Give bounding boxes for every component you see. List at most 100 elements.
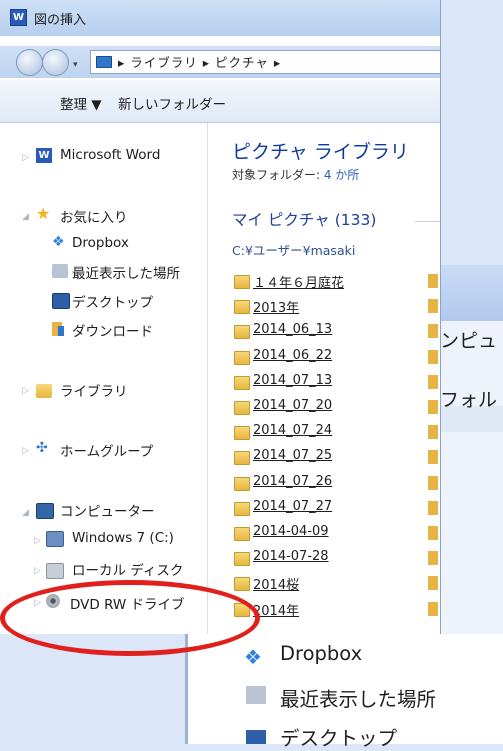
group-header-my-pictures[interactable]: マイ ピクチャ (133) xyxy=(232,208,376,230)
folder-item[interactable]: 2014_07_20 xyxy=(253,398,332,413)
second-column-item-icon xyxy=(428,450,438,464)
second-column-item-icon xyxy=(428,526,438,540)
dropbox-icon: ❖ xyxy=(244,645,262,669)
folder-icon xyxy=(234,325,250,339)
library-target-folders: 対象フォルダー: 4 か所 xyxy=(232,166,359,183)
second-column-item-icon xyxy=(428,350,438,364)
sidebar-item-local-disk[interactable]: ローカル ディスク xyxy=(72,559,183,579)
folder-item[interactable]: １４年６月庭花 xyxy=(253,272,344,291)
window-title: 図の挿入 xyxy=(34,13,87,28)
second-column-item-icon xyxy=(428,602,438,616)
sidebar-item-homegroup[interactable]: ホームグループ xyxy=(60,440,153,460)
zoom-item-dropbox[interactable]: Dropbox xyxy=(280,642,362,665)
breadcrumb-pictures[interactable]: ピクチャ xyxy=(215,55,269,70)
collapse-arrow-icon[interactable]: ◢ xyxy=(22,508,29,518)
recent-places-icon xyxy=(246,686,266,704)
folder-icon xyxy=(234,351,250,365)
target-folders-link[interactable]: 4 か所 xyxy=(324,168,359,182)
folder-icon xyxy=(234,300,250,314)
folder-item[interactable]: 2014_07_25 xyxy=(253,448,332,463)
sidebar-item-library[interactable]: ライブラリ xyxy=(60,380,128,400)
folder-icon xyxy=(234,527,250,541)
address-location-icon xyxy=(96,56,112,68)
drive-c-icon xyxy=(46,531,64,547)
folder-icon xyxy=(234,552,250,566)
second-column-item-icon xyxy=(428,425,438,439)
folder-icon xyxy=(234,376,250,390)
second-column-item-icon xyxy=(428,501,438,515)
second-column-item-icon xyxy=(428,551,438,565)
folder-item[interactable]: 2014_07_26 xyxy=(253,474,332,489)
group-path: C:¥ユーザー¥masaki xyxy=(232,243,356,258)
expand-arrow-icon[interactable]: ▷ xyxy=(34,566,41,576)
recent-places-icon xyxy=(52,264,68,278)
second-column-item-icon xyxy=(428,299,438,313)
second-column-item-icon xyxy=(428,324,438,338)
folder-icon xyxy=(234,426,250,440)
sidebar-item-downloads[interactable]: ダウンロード xyxy=(72,320,153,340)
second-column-item-icon xyxy=(428,576,438,590)
dropbox-icon: ❖ xyxy=(52,234,65,250)
expand-arrow-icon[interactable]: ▷ xyxy=(34,536,41,546)
folder-item[interactable]: 2014_07_24 xyxy=(253,423,332,438)
highlight-ellipse xyxy=(0,580,260,656)
word-app-icon: W xyxy=(10,9,27,26)
sidebar-item-computer[interactable]: コンピューター xyxy=(60,500,155,520)
local-disk-icon xyxy=(46,563,64,579)
second-column-item-icon xyxy=(428,375,438,389)
sidebar-item-recent-places[interactable]: 最近表示した場所 xyxy=(72,262,180,282)
library-icon xyxy=(36,384,52,398)
recent-pages-dropdown-icon[interactable]: ▾ xyxy=(73,60,78,70)
second-column-item-icon xyxy=(428,400,438,414)
breadcrumb: ▸ ライブラリ ▸ ピクチャ ▸ xyxy=(118,52,281,71)
breadcrumb-separator-icon: ▸ xyxy=(202,55,211,70)
group-header-divider xyxy=(415,221,440,222)
folder-item[interactable]: 2013年 xyxy=(253,297,299,316)
folder-icon xyxy=(234,477,250,491)
sidebar-item-desktop[interactable]: デスクトップ xyxy=(72,291,153,311)
insert-picture-dialog: W 図の挿入 ▾ ▸ ライブラリ ▸ ピクチャ ▸ 整理 ▼ 新しいフォルダー … xyxy=(0,0,441,634)
expand-arrow-icon[interactable]: ▷ xyxy=(22,446,29,456)
zoom-item-desktop[interactable]: デスクトップ xyxy=(280,722,397,751)
target-folders-label: 対象フォルダー: xyxy=(232,168,324,182)
expand-arrow-icon[interactable]: ▷ xyxy=(22,386,29,396)
collapse-arrow-icon[interactable]: ◢ xyxy=(22,212,29,222)
organize-button[interactable]: 整理 ▼ xyxy=(60,93,102,113)
background-window-text-computer: ンピュ xyxy=(440,330,498,352)
zoom-item-recent-places[interactable]: 最近表示した場所 xyxy=(280,683,436,712)
folder-icon xyxy=(234,451,250,465)
folder-item[interactable]: 2014_07_13 xyxy=(253,373,332,388)
new-folder-button[interactable]: 新しいフォルダー xyxy=(118,93,226,113)
folder-icon xyxy=(234,401,250,415)
folder-icon xyxy=(234,577,250,591)
library-title: ピクチャ ライブラリ xyxy=(232,141,409,163)
sidebar-item-dropbox[interactable]: Dropbox xyxy=(72,235,129,251)
folder-item[interactable]: 2014_06_22 xyxy=(253,348,332,363)
sidebar-item-favorites[interactable]: お気に入り xyxy=(60,206,128,226)
folder-icon xyxy=(234,502,250,516)
navigation-pane xyxy=(0,123,208,634)
sidebar-item-windows-c[interactable]: Windows 7 (C:) xyxy=(72,530,174,546)
folder-item[interactable]: 2014-04-09 xyxy=(253,524,329,539)
desktop-icon xyxy=(52,293,70,309)
second-column-item-icon xyxy=(428,476,438,490)
star-icon: ★ xyxy=(36,204,51,223)
folder-item[interactable]: 2014_06_13 xyxy=(253,322,332,337)
second-column-item-icon xyxy=(428,274,438,288)
homegroup-icon: ✣ xyxy=(36,440,48,456)
folder-item[interactable]: 2014桜 xyxy=(253,574,299,593)
folder-item[interactable]: 2014_07_27 xyxy=(253,499,332,514)
breadcrumb-separator-icon: ▸ xyxy=(118,55,126,70)
breadcrumb-more-icon[interactable]: ▸ xyxy=(274,55,281,70)
desktop-icon xyxy=(246,730,266,744)
folder-item[interactable]: 2014-07-28 xyxy=(253,549,329,564)
word-icon: W xyxy=(36,148,52,163)
downloads-arrow-icon xyxy=(58,326,64,336)
sidebar-item-microsoft-word[interactable]: Microsoft Word xyxy=(60,147,160,163)
back-button[interactable] xyxy=(16,49,43,76)
expand-arrow-icon[interactable]: ▷ xyxy=(22,153,29,163)
background-window-text-folder: フォル xyxy=(440,389,498,411)
computer-icon xyxy=(36,503,54,519)
breadcrumb-library[interactable]: ライブラリ xyxy=(130,55,198,70)
forward-button[interactable] xyxy=(42,49,69,76)
